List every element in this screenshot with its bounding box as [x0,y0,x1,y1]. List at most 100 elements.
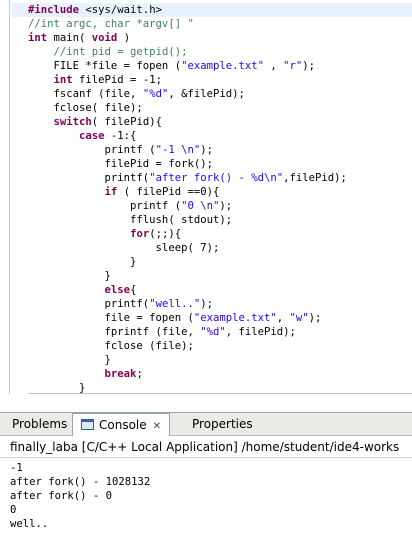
tab-console-label: Console [99,418,147,432]
code-line[interactable]: switch( filePid){ [28,115,412,129]
code-token: int [28,32,48,44]
code-token: fprintf (file, [28,326,201,338]
console-process-title: finally_laba [C/C++ Local Application] /… [0,436,412,458]
console-icon [81,419,94,430]
console-output-line: after fork() - 0 [10,490,113,502]
tab-properties-label: Properties [192,417,253,431]
code-token: fclose( file); [28,102,143,114]
code-token: } [28,270,111,282]
code-token: printf ( [28,144,156,156]
code-token: else [104,284,131,296]
close-icon[interactable]: ✕ [153,421,161,432]
code-token: case [79,130,105,142]
code-line[interactable]: fscanf (file, "%d", &filePid); [28,87,412,101]
code-text[interactable]: #include <sys/wait.h>//int argc, char *a… [12,3,412,394]
code-line[interactable]: file = fopen ("example.txt", "w"); [28,311,412,325]
tab-properties[interactable]: Properties [184,413,261,435]
code-line[interactable]: int filePid = -1; [28,73,412,87]
code-token: #include [28,4,80,16]
code-token: ; [136,368,143,380]
code-token: fflush( stdout); [28,214,233,226]
console-output[interactable]: -1 after fork() - 1028132 after fork() - 0… [10,461,150,531]
code-token: , &filePid); [168,88,245,100]
tab-console[interactable]: Console ✕ [72,413,171,436]
code-token: "r" [283,60,303,72]
view-tab-bar: Problems Console ✕ Properties [0,413,412,436]
code-token: sleep( 7); [28,242,220,254]
tab-problems[interactable]: Problems [4,413,75,435]
code-token: "example.txt" [193,312,277,324]
code-token: main( [47,32,92,44]
code-token: printf ( [28,200,182,212]
code-line[interactable]: //int pid = getpid(); [28,45,412,59]
code-token: printf( [28,172,150,184]
code-line[interactable]: fclose( file); [28,101,412,115]
code-token: -1:{ [104,130,137,142]
code-token: ( filePid ==0){ [117,186,220,198]
code-token: "after fork() - %d\n" [149,172,284,184]
code-line[interactable]: fflush( stdout); [28,213,412,227]
code-line[interactable]: fclose (file); [28,339,412,353]
code-token: ,filePid); [283,172,347,184]
code-line[interactable]: printf("after fork() - %d\n",filePid); [28,171,412,185]
code-line[interactable]: fprintf (file, "%d", filePid); [28,325,412,339]
code-token: ( filePid){ [91,116,162,128]
code-token: fscanf (file, [28,88,143,100]
code-line[interactable]: for(;;){ [28,227,412,241]
code-token: "-1 \n" [155,144,201,156]
code-token: //int pid = getpid(); [53,46,188,58]
code-token: //int argc, char *argv[] " [28,18,194,30]
code-line[interactable]: printf("well.."); [28,297,412,311]
code-token: printf( [28,298,150,310]
code-token: for [130,228,150,240]
horizontal-scrollbar[interactable]: ◀ [28,393,412,394]
code-token: } [28,256,137,268]
console-output-line: 0 [10,504,17,516]
code-line[interactable]: int main( void ) [28,31,412,45]
console-output-line: after fork() - 1028132 [10,476,151,488]
code-token: file = fopen ( [28,312,194,324]
code-line[interactable]: //int argc, char *argv[] " [28,17,412,31]
code-line[interactable]: FILE *file = fopen ("example.txt" , "r")… [28,59,412,73]
code-token: filePid = fork(); [28,158,213,170]
code-token: "example.txt" [181,60,264,72]
console-output-line: -1 [10,462,23,474]
code-token: break [104,368,137,380]
code-token: , filePid); [225,326,296,338]
code-line[interactable]: if ( filePid ==0){ [28,185,412,199]
code-token: filePid = -1; [72,74,162,86]
code-line[interactable]: filePid = fork(); [28,157,412,171]
code-token: void [91,32,118,44]
views-panel: Problems Console ✕ Properties finally_lab… [0,412,412,560]
code-line[interactable]: } [28,269,412,283]
code-line[interactable]: printf ("-1 \n"); [28,143,412,157]
code-line[interactable]: } [28,353,412,367]
code-token: (;;){ [149,228,182,240]
tab-problems-label: Problems [12,417,68,431]
editor-ruler [0,0,12,394]
code-line[interactable]: break; [28,367,412,381]
code-line[interactable]: case -1:{ [28,129,412,143]
code-token: { [130,284,137,296]
code-token: "w" [289,312,309,324]
code-token: if [104,186,118,198]
code-line[interactable]: printf ("0 \n"); [28,199,412,213]
code-token: "%d" [200,326,226,338]
code-token: switch [53,116,92,128]
code-token: , [276,312,290,324]
code-token: ); [200,298,213,310]
code-token: <sys/wait.h> [79,4,162,16]
code-editor[interactable]: #include <sys/wait.h>//int argc, char *a… [0,0,412,394]
code-line[interactable]: } [28,255,412,269]
code-line[interactable]: sleep( 7); [28,241,412,255]
console-output-line: well.. [10,518,49,530]
code-token: FILE *file = fopen ( [28,60,182,72]
code-line[interactable]: #include <sys/wait.h> [12,3,412,17]
code-line[interactable]: else{ [28,283,412,297]
